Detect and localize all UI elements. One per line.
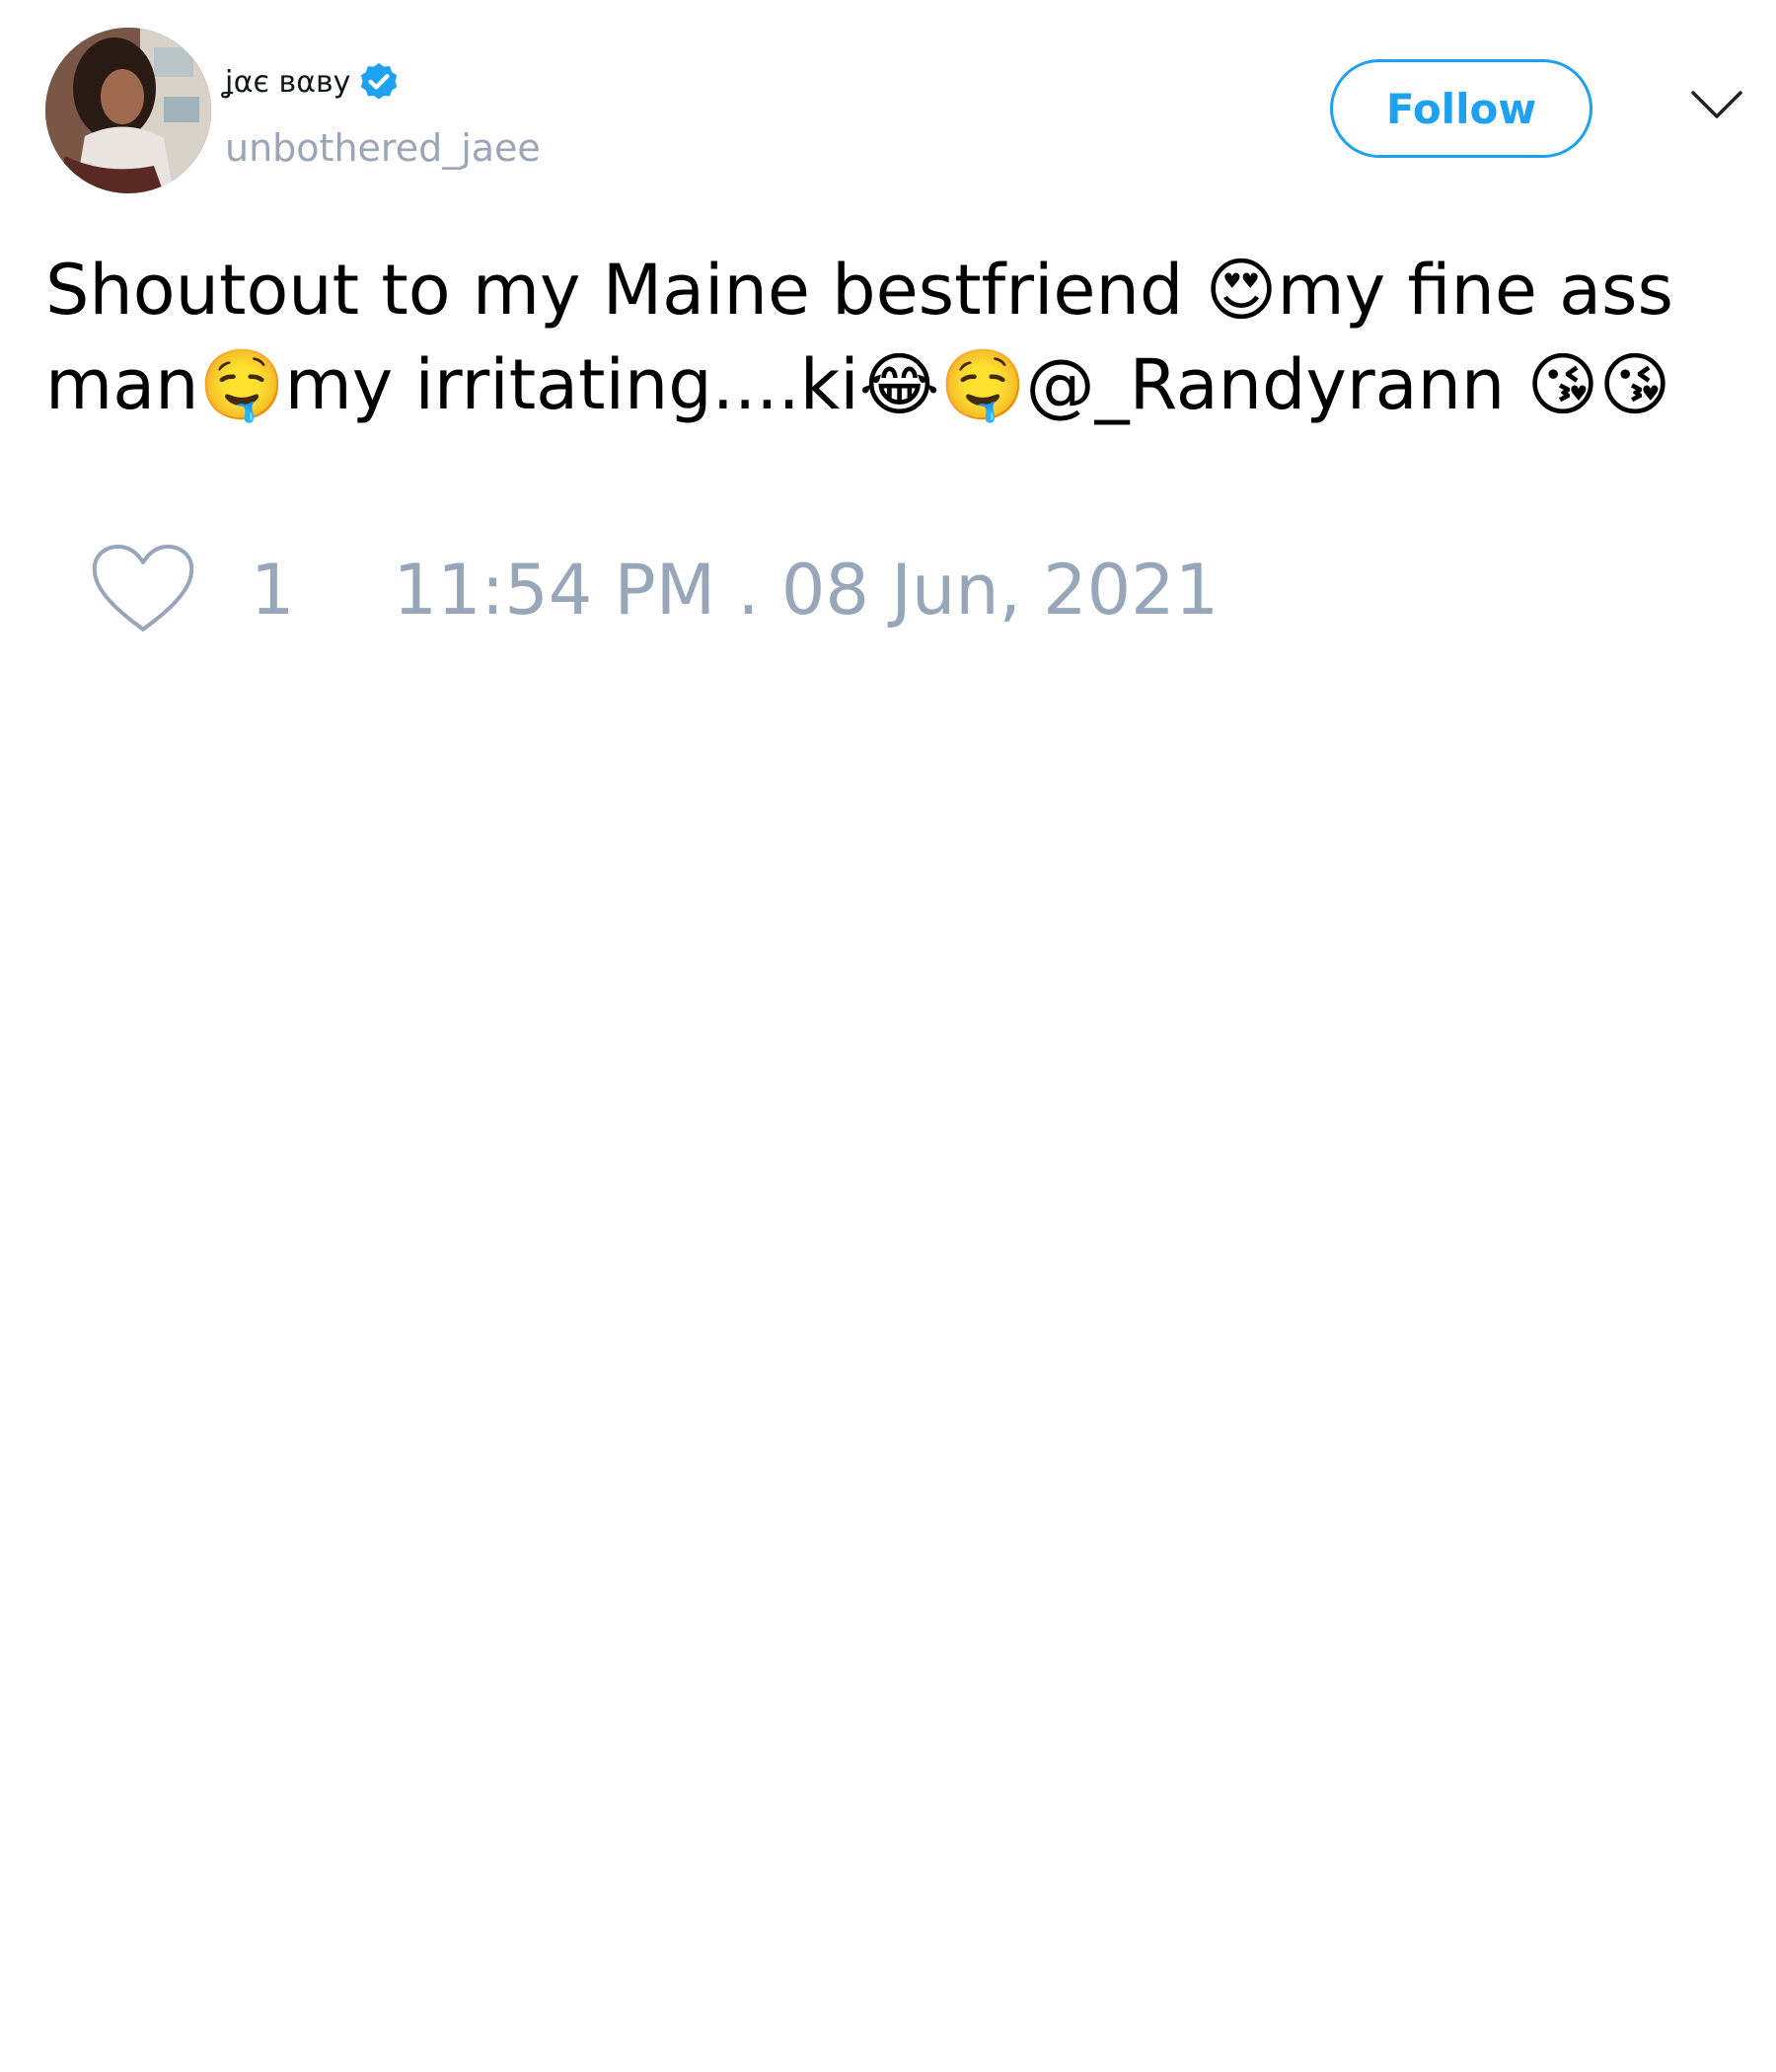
tweet-text: Shoutout to my Maine bestfriend 😍my fine… xyxy=(45,250,1673,425)
user-handle[interactable]: unbothered_jaee xyxy=(225,126,541,170)
avatar[interactable] xyxy=(45,28,211,193)
like-count: 1 xyxy=(251,550,295,630)
heart-icon[interactable] xyxy=(89,543,197,637)
display-name[interactable]: ʝαє вαву xyxy=(225,55,350,111)
verified-icon xyxy=(356,60,402,106)
tweet-card: ʝαє вαву unbothered_jaee Follow Shoutout… xyxy=(0,0,1776,2072)
timestamp[interactable]: 11:54 PM . 08 Jun, 2021 xyxy=(394,550,1220,630)
chevron-down-icon[interactable] xyxy=(1689,85,1744,124)
display-name-row: ʝαє вαву xyxy=(225,55,402,111)
follow-button[interactable]: Follow xyxy=(1330,59,1592,158)
tweet-footer: 1 11:54 PM . 08 Jun, 2021 xyxy=(89,541,1219,639)
avatar-photo xyxy=(45,28,211,193)
